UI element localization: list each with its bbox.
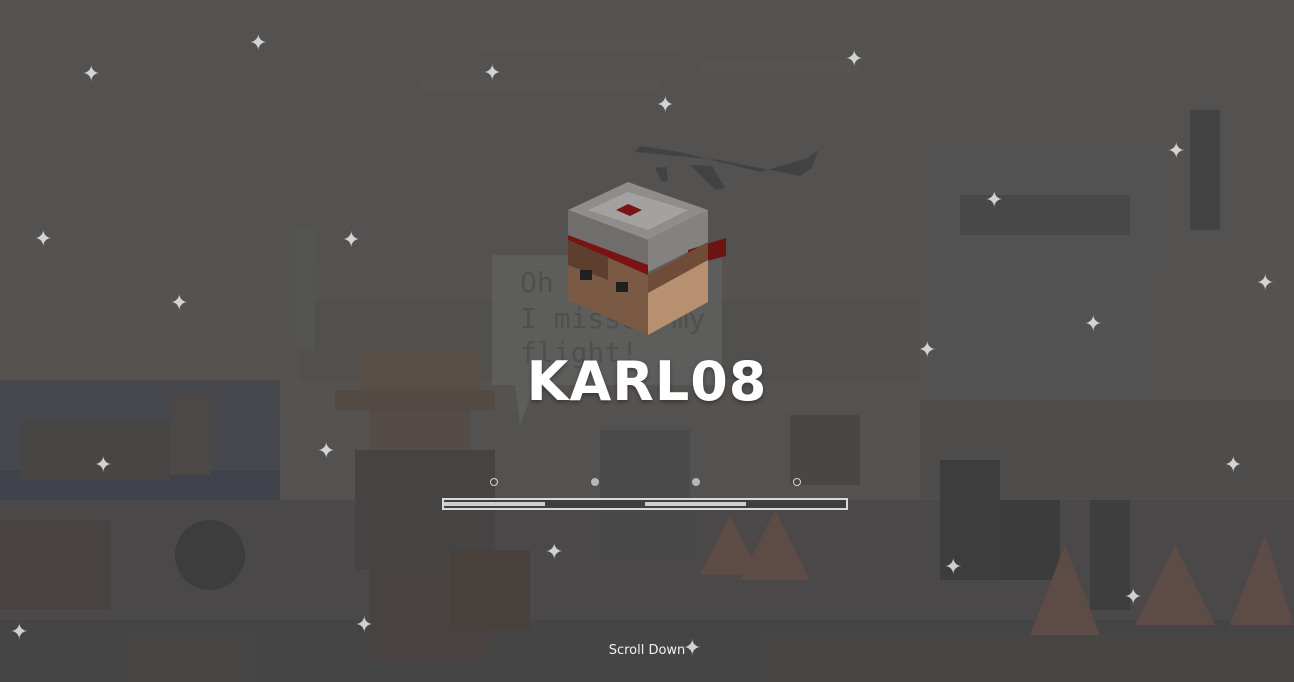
player-avatar [558,180,728,340]
carousel-dot-2[interactable] [591,478,599,486]
carousel-dots [0,478,1294,490]
progress-segment-4 [745,502,846,506]
player-name-heading: KARL08 [526,350,768,413]
carousel-dot-4[interactable] [793,478,801,486]
carousel-dot-3[interactable] [692,478,700,486]
dim-overlay [0,0,1294,682]
background-scene: Oh I missed my flight! [0,0,1294,682]
carousel-dot-1[interactable] [490,478,498,486]
scroll-down-link[interactable]: Scroll Down [0,643,1294,658]
progress-segment-1 [444,502,545,506]
progress-segment-3 [645,502,746,506]
progress-segment-2 [544,502,645,506]
carousel-progress-bar [442,498,848,510]
